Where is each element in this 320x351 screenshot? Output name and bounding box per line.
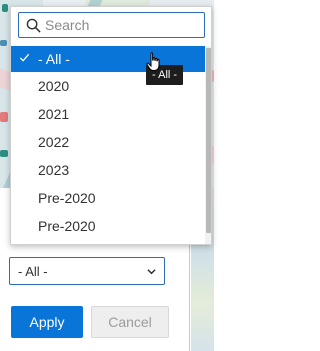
year-dropdown-popup: - All - 2020 2021 2022 2023 Pre-2020 Pre… (10, 6, 212, 245)
search-input[interactable] (45, 15, 200, 35)
option-label: 2022 (38, 134, 70, 150)
option-label: 2023 (38, 162, 70, 178)
option-label: Pre-2020 (38, 218, 96, 234)
option-pre-2020-duplicate[interactable]: Pre-2020 (11, 212, 205, 240)
option-pre-2020[interactable]: Pre-2020 (11, 184, 205, 212)
option-2022[interactable]: 2022 (11, 128, 205, 156)
check-icon (19, 53, 30, 62)
chevron-down-icon (147, 269, 156, 275)
apply-button[interactable]: Apply (11, 306, 83, 338)
search-icon (26, 18, 41, 33)
option-label: 2020 (38, 78, 70, 94)
option-label: - All - (38, 51, 70, 67)
option-2021[interactable]: 2021 (11, 100, 205, 128)
option-label: Pre-2020 (38, 190, 96, 206)
option-label: 2021 (38, 106, 70, 122)
cancel-button[interactable]: Cancel (91, 306, 169, 338)
option-2023[interactable]: 2023 (11, 156, 205, 184)
hand-pointer-icon (146, 52, 160, 71)
scrollbar-thumb[interactable] (206, 48, 211, 233)
dropdown-scrollbar[interactable] (205, 46, 211, 244)
year-select-value: - All - (18, 264, 48, 279)
year-select[interactable]: - All - (9, 257, 165, 285)
search-field[interactable] (18, 12, 205, 38)
